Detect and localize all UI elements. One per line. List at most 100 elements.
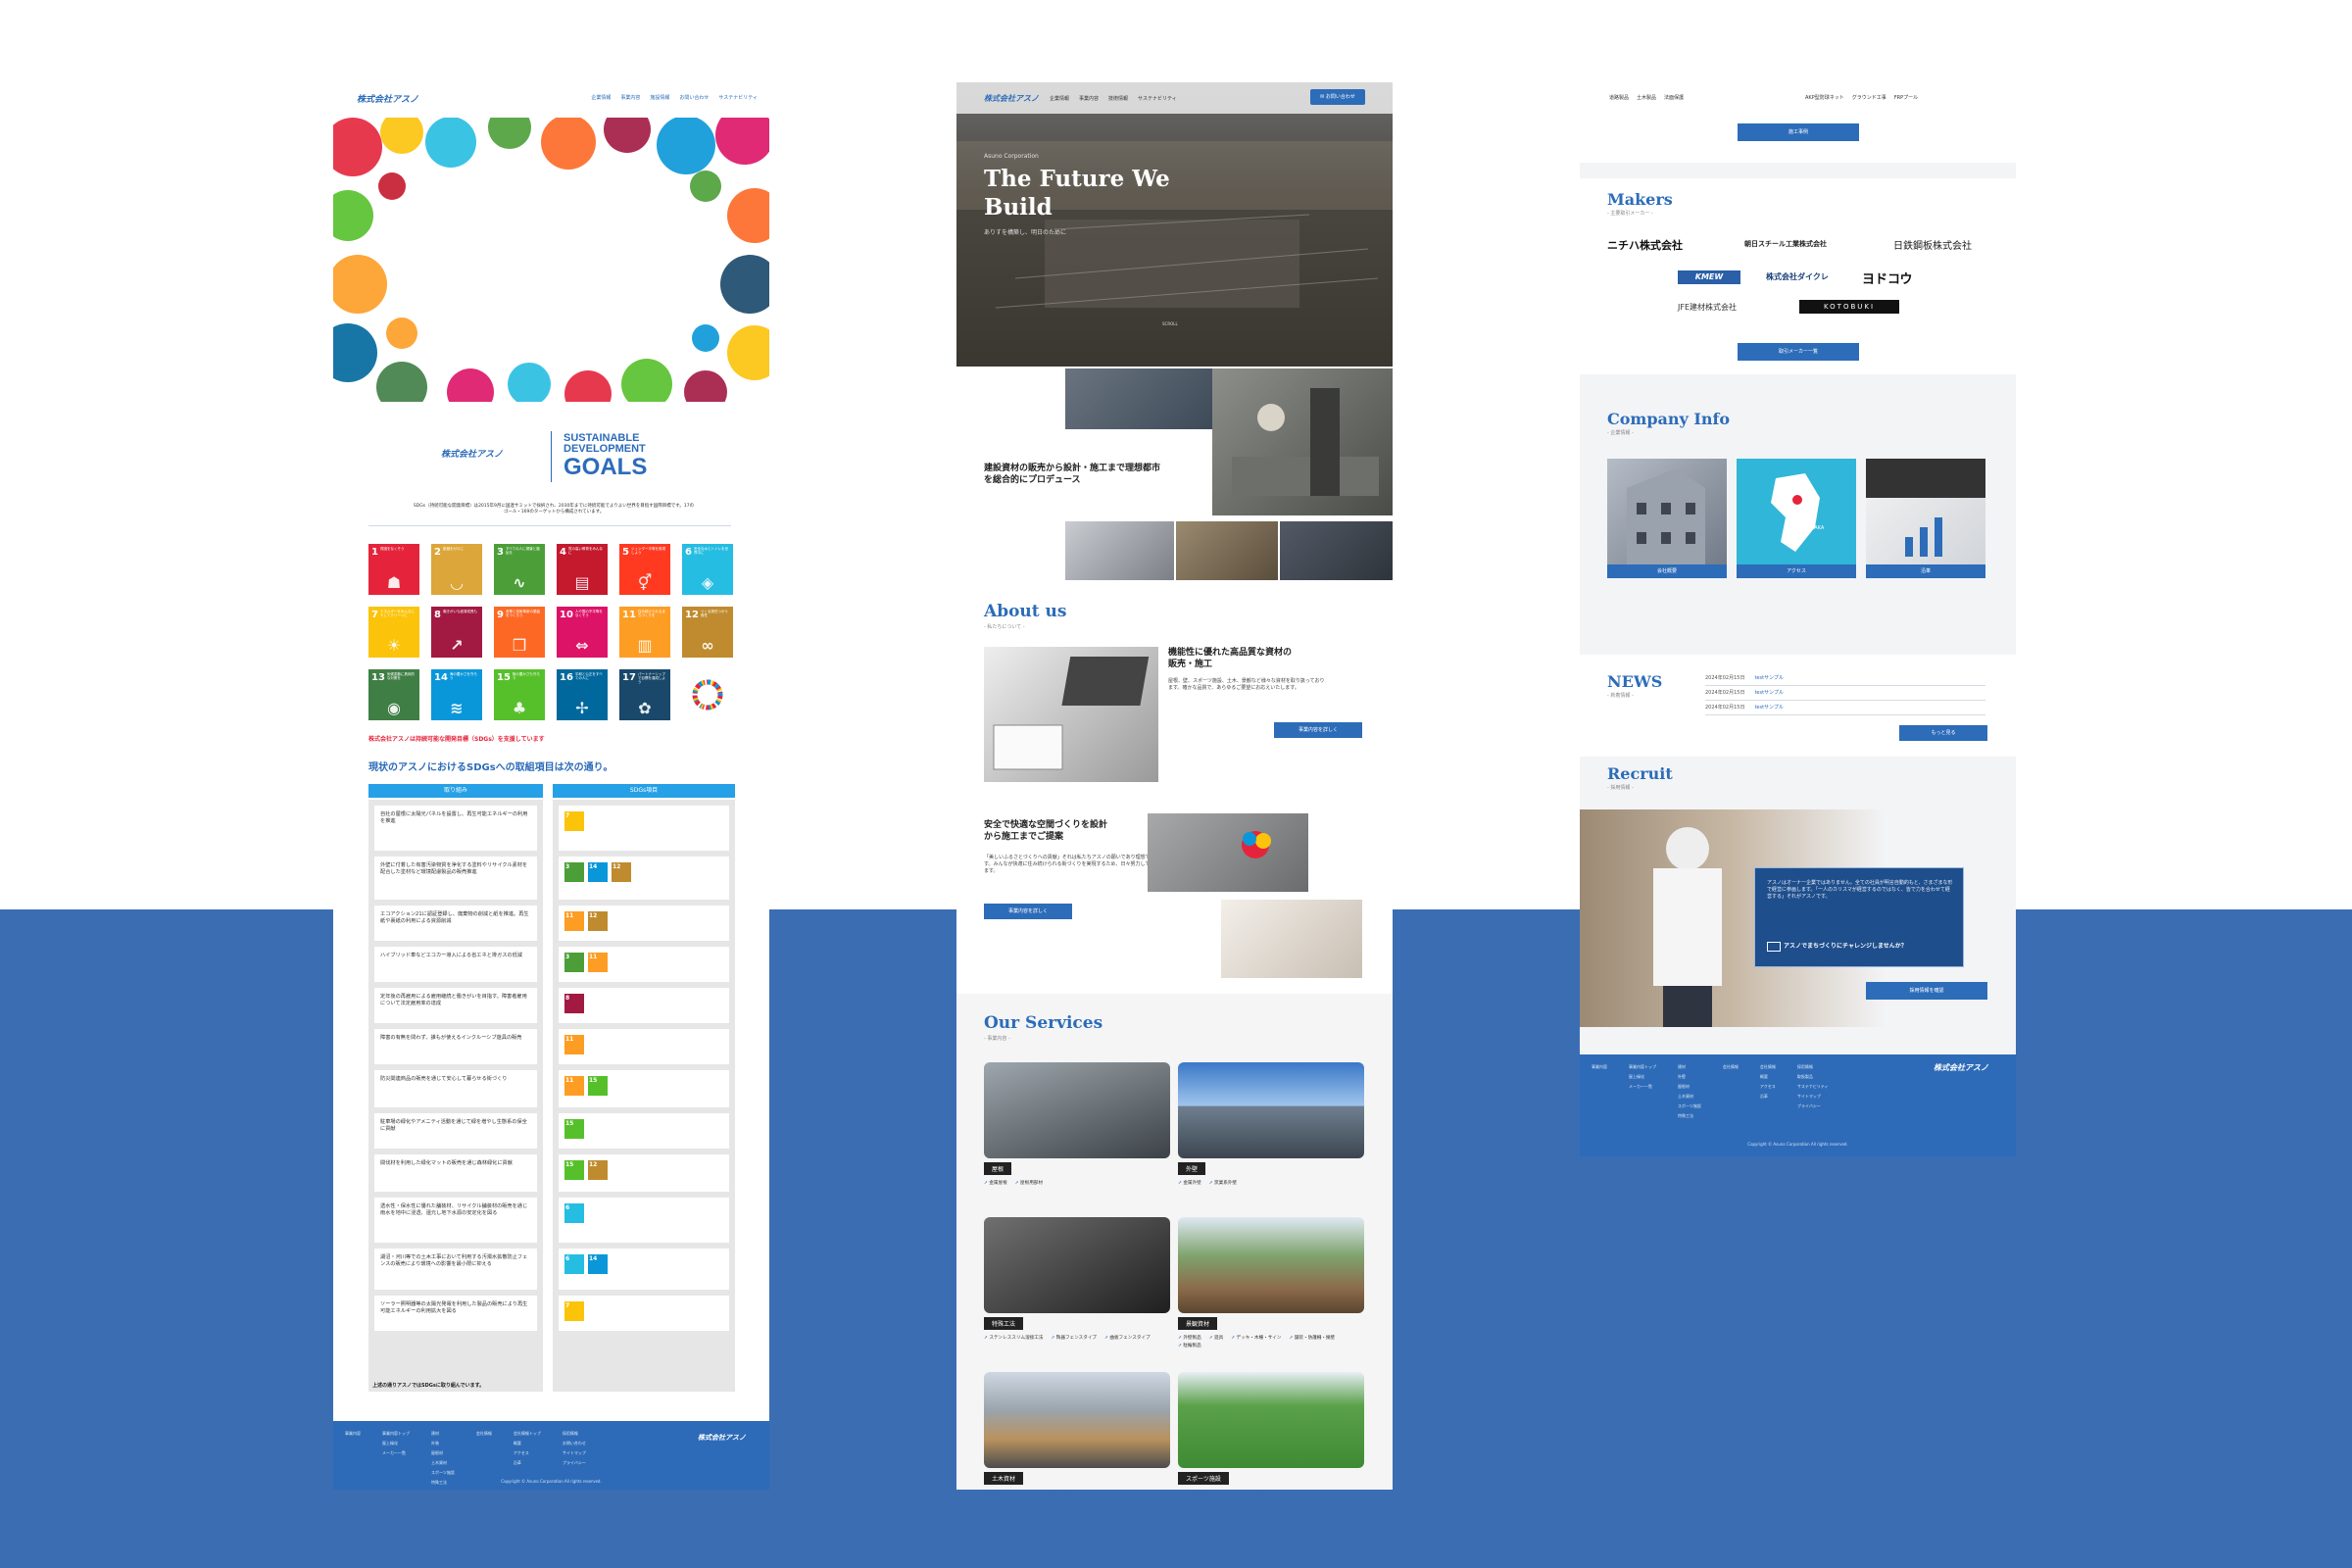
footer-link[interactable]: サイトマップ <box>563 1450 586 1456</box>
service-tag-link[interactable]: ➚ ステンレススリム溶接工法 <box>984 1335 1043 1341</box>
sdg-goal-tile[interactable]: 10 人や国の不平等をなくそう ⇔ <box>557 607 608 658</box>
footer-link[interactable]: 概要 <box>1760 1074 1776 1080</box>
sdg-goal-tile[interactable]: 12 つくる責任つかう責任 ∞ <box>682 607 733 658</box>
tag[interactable]: 道路製品 <box>1609 94 1629 101</box>
footer-link[interactable]: 屋根材 <box>1678 1084 1701 1090</box>
company-card-overview[interactable]: 会社概要 <box>1607 459 1727 578</box>
footer-link[interactable]: 沿革 <box>1760 1094 1776 1100</box>
nav-item[interactable]: 企業情報 <box>1050 95 1069 102</box>
nav-item[interactable]: 企業情報 <box>591 94 611 101</box>
footer-link[interactable]: 事業内容トップ <box>1629 1064 1656 1070</box>
footer-link[interactable]: 事業内容 <box>345 1431 361 1437</box>
service-tag-link[interactable]: ➚ 駐輪製品 <box>1178 1343 1201 1348</box>
news-item[interactable]: 2024年02月15日 testサンプル <box>1705 704 1985 715</box>
nav-item[interactable]: お問い合わせ <box>679 94 709 101</box>
tag[interactable]: 法面保護 <box>1664 94 1684 101</box>
service-tag-link[interactable]: ➚ 金属外壁 <box>1178 1180 1201 1186</box>
footer-link[interactable]: 屋上緑化 <box>1629 1074 1656 1080</box>
recruit-button[interactable]: 採用情報を確認 <box>1866 982 1987 1000</box>
company-card-access[interactable]: OSAKA アクセス <box>1737 459 1856 578</box>
works-button[interactable]: 施工事例 <box>1738 123 1859 141</box>
footer-link[interactable]: 土木資材 <box>1678 1094 1701 1100</box>
sdg-goal-tile[interactable]: 17 パートナーシップで目標を達成しよう ✿ <box>619 669 670 720</box>
sdg-goal-tile[interactable]: 5 ジェンダー平等を実現しよう ⚥ <box>619 544 670 595</box>
service-tag-link[interactable]: ➚ 舗装・防護柵・擁壁 <box>1289 1335 1335 1341</box>
sdg-goal-tile[interactable]: 8 働きがいも経済成長も ↗ <box>431 607 482 658</box>
nav-item[interactable]: 事業内容 <box>620 94 640 101</box>
footer-link[interactable]: プライバシー <box>563 1460 586 1466</box>
sdg-goal-tile[interactable]: 14 海の豊かさを守ろう ≋ <box>431 669 482 720</box>
footer-link[interactable]: 建材 <box>431 1431 455 1437</box>
footer-link[interactable]: 会社情報トップ <box>514 1431 541 1437</box>
nav-item[interactable]: 事業内容 <box>1079 95 1099 102</box>
safe-more-button[interactable]: 事業内容を詳しく <box>984 904 1072 919</box>
sdg-goal-tile[interactable]: 7 エネルギーをみんなにそしてクリーンに ☀ <box>368 607 419 658</box>
news-item[interactable]: 2024年02月15日 testサンプル <box>1705 689 1985 701</box>
sdg-goal-tile[interactable]: 9 産業と技術革新の基盤をつくろう ❒ <box>494 607 545 658</box>
sdg-goal-tile[interactable]: 3 すべての人に健康と福祉を ∿ <box>494 544 545 595</box>
service-tag-link[interactable]: ➚ 曲板フェンスタイプ <box>1104 1335 1151 1341</box>
footer-link[interactable]: サステナビリティ <box>1797 1084 1829 1090</box>
footer-link[interactable]: お問い合わせ <box>563 1441 586 1446</box>
nav-item[interactable]: サステナビリティ <box>718 94 758 101</box>
tag[interactable]: FRPプール <box>1894 94 1918 101</box>
nav-item[interactable]: 技術情報 <box>1108 95 1128 102</box>
service-tag-link[interactable]: ➚ 屋根用部材 <box>1015 1180 1043 1186</box>
service-tag-link[interactable]: ➚ 陶器フェンスタイプ <box>1051 1335 1097 1341</box>
sdg-goal-tile[interactable]: 4 質の高い教育をみんなに ▤ <box>557 544 608 595</box>
footer-link[interactable]: 事業内容トップ <box>382 1431 410 1437</box>
news-item[interactable]: 2024年02月15日 testサンプル <box>1705 674 1985 686</box>
footer-logo[interactable]: 株式会社アスノ <box>1934 1062 1988 1073</box>
footer-link[interactable]: アクセス <box>1760 1084 1776 1090</box>
service-tag-link[interactable]: ➚ デッキ・木柵・サイン <box>1231 1335 1281 1341</box>
footer-link[interactable]: 会社情報 <box>476 1431 492 1437</box>
contact-button[interactable]: ✉ お問い合わせ <box>1310 89 1365 105</box>
sdg-goal-tile[interactable]: 1 貧困をなくそう ☗ <box>368 544 419 595</box>
footer-link[interactable]: プライバシー <box>1797 1103 1829 1109</box>
service-card[interactable]: 外壁 ➚ 金属外壁 ➚ 窯業系外壁 <box>1178 1062 1364 1209</box>
service-tag-link[interactable]: ➚ 窯業系外壁 <box>1209 1180 1237 1186</box>
footer-link[interactable]: 土木資材 <box>431 1460 455 1466</box>
footer-link[interactable]: 概要 <box>514 1441 541 1446</box>
maker-logo[interactable]: JFE建材株式会社 <box>1678 302 1737 313</box>
service-card[interactable]: 土木資材➚ 道路製品➚ 土木製品➚ 法面保護 <box>984 1372 1170 1490</box>
nav-item[interactable]: 施設情報 <box>650 94 669 101</box>
footer-link[interactable]: 特殊工法 <box>1678 1113 1701 1119</box>
site-logo[interactable]: 株式会社アスノ <box>984 93 1039 104</box>
sdg-goal-tile[interactable]: 15 陸の豊かさも守ろう ♣ <box>494 669 545 720</box>
maker-logo[interactable]: ニチハ株式会社 <box>1607 237 1683 253</box>
service-card[interactable]: 特殊工法 ➚ ステンレススリム溶接工法 ➚ 陶器フェンスタイプ ➚ 曲板フェンスタイプ <box>984 1217 1170 1364</box>
footer-logo[interactable]: 株式会社アスノ <box>698 1433 746 1443</box>
footer-link[interactable]: 会社情報 <box>1723 1064 1739 1070</box>
tag[interactable]: 土木製品 <box>1637 94 1656 101</box>
footer-link[interactable]: 取扱製品 <box>1797 1074 1829 1080</box>
footer-link[interactable]: 建材 <box>1678 1064 1701 1070</box>
sdg-goal-tile[interactable]: 13 気候変動に具体的な対策を ◉ <box>368 669 419 720</box>
maker-logo[interactable]: 日鉄鋼板株式会社 <box>1893 237 1972 252</box>
about-more-button[interactable]: 事業内容を詳しく <box>1274 722 1362 738</box>
footer-link[interactable]: 屋上緑化 <box>382 1441 410 1446</box>
scroll-indicator[interactable]: SCROLL <box>1162 321 1178 326</box>
maker-logo[interactable]: KOTOBUKI <box>1799 300 1899 314</box>
maker-logo[interactable]: ヨドコウ <box>1862 269 1912 287</box>
service-tag-link[interactable]: ➚ 遊具 <box>1209 1335 1224 1341</box>
service-tag-link[interactable]: ➚ 外壁製品 <box>1178 1335 1201 1341</box>
site-logo[interactable]: 株式会社アスノ <box>357 92 418 105</box>
footer-link[interactable]: 会社情報 <box>1760 1064 1776 1070</box>
footer-link[interactable]: サイトマップ <box>1797 1094 1829 1100</box>
news-more-button[interactable]: もっと見る <box>1899 725 1987 741</box>
sdg-goal-tile[interactable]: 11 住み続けられるまちづくりを ▥ <box>619 607 670 658</box>
tag[interactable]: AKP型防球ネット <box>1805 94 1844 101</box>
footer-link[interactable]: アクセス <box>514 1450 541 1456</box>
service-tag-link[interactable]: ➚ 金属屋根 <box>984 1180 1007 1186</box>
footer-link[interactable]: スポーツ施設 <box>431 1470 455 1476</box>
maker-logo[interactable]: 株式会社ダイクレ <box>1766 271 1829 282</box>
footer-link[interactable]: 採用情報 <box>1797 1064 1829 1070</box>
footer-link[interactable]: 沿革 <box>514 1460 541 1466</box>
footer-link[interactable]: 外装 <box>431 1441 455 1446</box>
footer-link[interactable]: 外壁 <box>1678 1074 1701 1080</box>
sdg-goal-tile[interactable]: 16 平和と公正をすべての人に ✢ <box>557 669 608 720</box>
footer-link[interactable]: スポーツ施設 <box>1678 1103 1701 1109</box>
footer-link[interactable]: 屋根材 <box>431 1450 455 1456</box>
company-card-history[interactable]: 沿革 <box>1866 459 1985 578</box>
